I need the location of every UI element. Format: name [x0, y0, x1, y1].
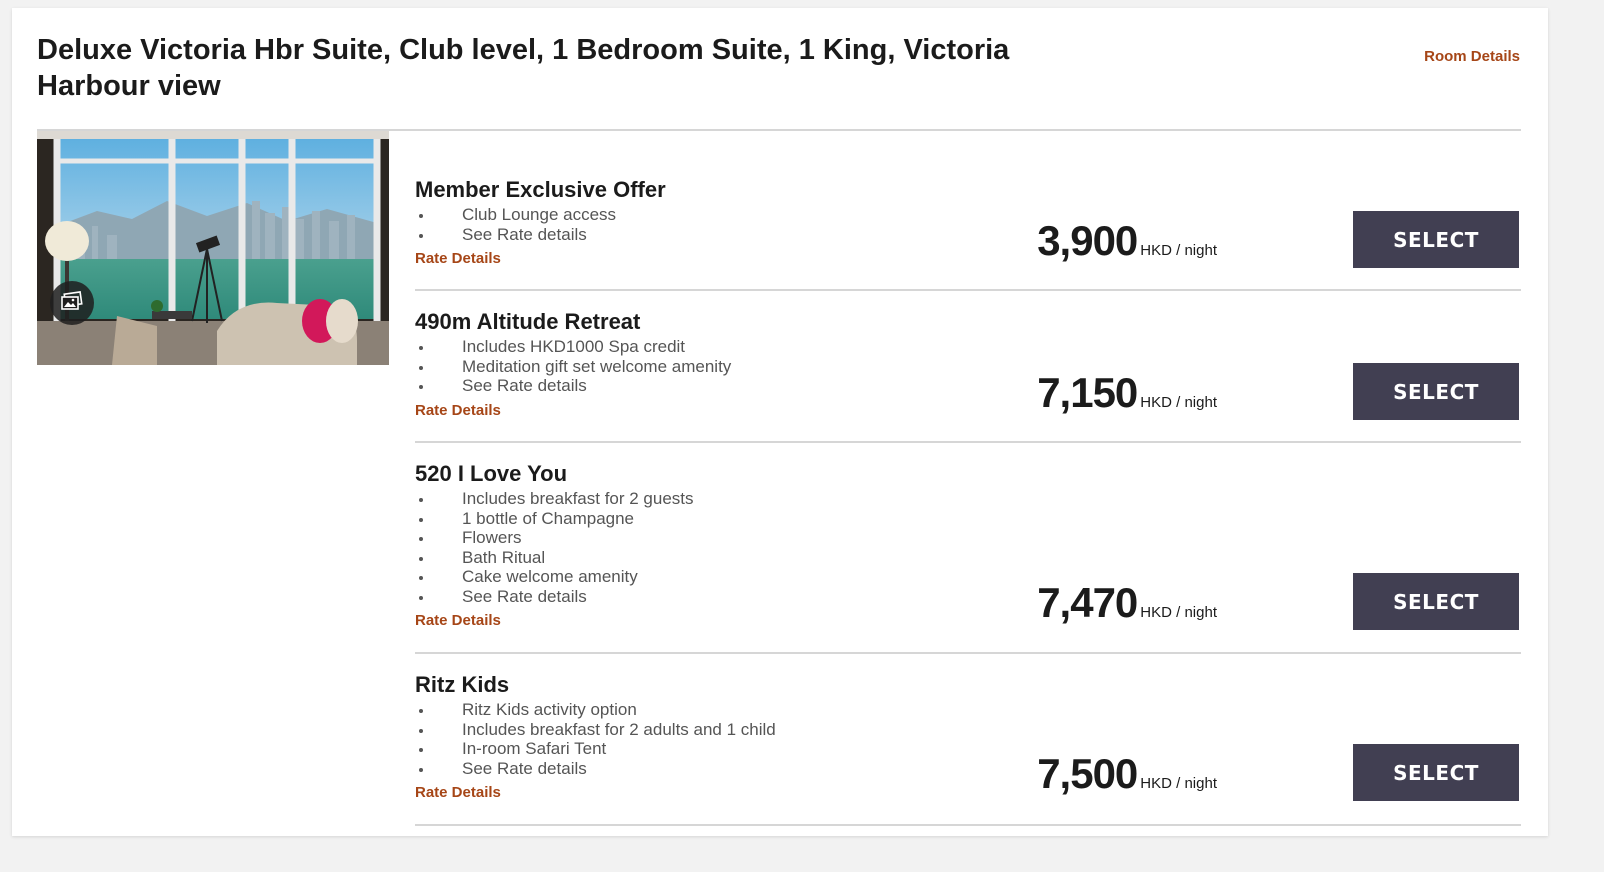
- rate-price: 7,470 HKD / night: [1037, 579, 1217, 627]
- price-unit: HKD / night: [1140, 604, 1217, 621]
- perk-item: Cake welcome amenity: [415, 567, 694, 587]
- rate-name: 520 I Love You: [415, 461, 568, 486]
- perk-item: Bath Ritual: [415, 548, 694, 568]
- rate-details-link[interactable]: Rate Details: [415, 250, 501, 267]
- perk-item: Includes breakfast for 2 adults and 1 ch…: [415, 720, 776, 740]
- perk-item: Meditation gift set welcome amenity: [415, 357, 731, 377]
- rate-details-link[interactable]: Rate Details: [415, 784, 501, 801]
- gallery-button[interactable]: [50, 281, 94, 325]
- rate-ritz-kids: Ritz Kids Ritz Kids activity option Incl…: [415, 654, 1521, 826]
- room-title: Deluxe Victoria Hbr Suite, Club level, 1…: [37, 34, 1010, 102]
- perk-item: See Rate details: [415, 225, 666, 245]
- rate-details-link[interactable]: Rate Details: [415, 612, 501, 629]
- rate-perks: Club Lounge access See Rate details: [415, 205, 666, 244]
- rate-member-exclusive-offer: Member Exclusive Offer Club Lounge acces…: [415, 131, 1521, 291]
- price-amount: 7,500: [1037, 750, 1138, 797]
- rate-name: 490m Altitude Retreat: [415, 309, 641, 334]
- perk-item: Includes breakfast for 2 guests: [415, 489, 694, 509]
- perk-item: 1 bottle of Champagne: [415, 509, 694, 529]
- perk-item: In-room Safari Tent: [415, 739, 776, 759]
- rate-altitude-retreat: 490m Altitude Retreat Includes HKD1000 S…: [415, 291, 1521, 443]
- rate-name: Ritz Kids: [415, 672, 510, 697]
- rate-price: 7,150 HKD / night: [1037, 369, 1217, 417]
- rate-price: 3,900 HKD / night: [1037, 217, 1217, 265]
- select-button[interactable]: SELECT: [1353, 363, 1519, 420]
- perk-item: Includes HKD1000 Spa credit: [415, 337, 731, 357]
- perk-item: Flowers: [415, 528, 694, 548]
- rate-520-i-love-you: 520 I Love You Includes breakfast for 2 …: [415, 443, 1521, 654]
- price-unit: HKD / night: [1140, 394, 1217, 411]
- price-amount: 3,900: [1037, 217, 1138, 264]
- perk-item: Ritz Kids activity option: [415, 700, 776, 720]
- rate-perks: Ritz Kids activity option Includes break…: [415, 700, 776, 778]
- rate-perks: Includes breakfast for 2 guests 1 bottle…: [415, 489, 694, 606]
- gallery-icon: [60, 290, 84, 316]
- room-details-link[interactable]: Room Details: [1424, 48, 1520, 65]
- room-card: Deluxe Victoria Hbr Suite, Club level, 1…: [12, 8, 1548, 836]
- perk-item: See Rate details: [415, 376, 731, 396]
- perk-item: See Rate details: [415, 587, 694, 607]
- price-unit: HKD / night: [1140, 242, 1217, 259]
- select-button[interactable]: SELECT: [1353, 211, 1519, 268]
- room-photo[interactable]: [37, 131, 389, 365]
- price-amount: 7,470: [1037, 579, 1138, 626]
- rate-details-link[interactable]: Rate Details: [415, 402, 501, 419]
- perk-item: See Rate details: [415, 759, 776, 779]
- rate-perks: Includes HKD1000 Spa credit Meditation g…: [415, 337, 731, 396]
- price-unit: HKD / night: [1140, 775, 1217, 792]
- rate-price: 7,500 HKD / night: [1037, 750, 1217, 798]
- rate-name: Member Exclusive Offer: [415, 177, 666, 202]
- price-amount: 7,150: [1037, 369, 1138, 416]
- select-button[interactable]: SELECT: [1353, 573, 1519, 630]
- rates-list: Member Exclusive Offer Club Lounge acces…: [415, 131, 1521, 826]
- select-button[interactable]: SELECT: [1353, 744, 1519, 801]
- perk-item: Club Lounge access: [415, 205, 666, 225]
